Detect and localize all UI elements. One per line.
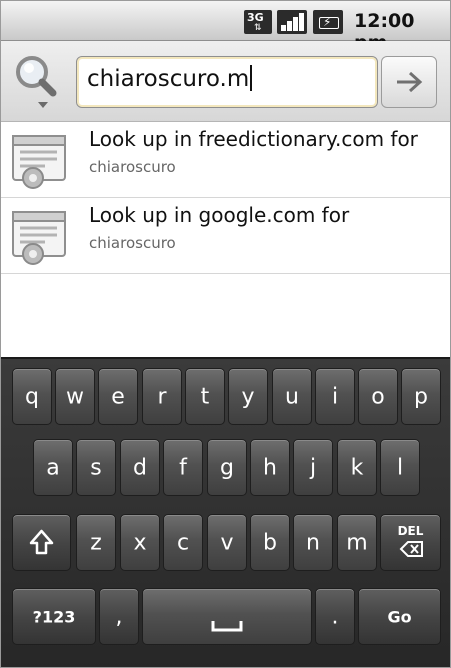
key-h[interactable]: h bbox=[250, 439, 290, 496]
soft-keyboard: q w e r t y u i o p a s d f g h j k l z … bbox=[1, 357, 450, 667]
key-e[interactable]: e bbox=[98, 368, 138, 425]
key-f[interactable]: f bbox=[163, 439, 203, 496]
status-bar: 3G ⇅ ⚡ 12:00 pm bbox=[1, 1, 450, 54]
key-y[interactable]: y bbox=[228, 368, 268, 425]
key-t[interactable]: t bbox=[185, 368, 225, 425]
battery-charging-icon: ⚡ bbox=[313, 10, 343, 34]
key-s[interactable]: s bbox=[76, 439, 116, 496]
key-l[interactable]: l bbox=[380, 439, 420, 496]
space-key[interactable] bbox=[142, 588, 312, 645]
key-k[interactable]: k bbox=[337, 439, 377, 496]
key-w[interactable]: w bbox=[55, 368, 95, 425]
key-p[interactable]: p bbox=[401, 368, 441, 425]
suggestion-subtitle: chiaroscuro bbox=[89, 234, 176, 252]
key-v[interactable]: v bbox=[207, 514, 247, 571]
suggestion-list: Look up in freedictionary.com for chiaro… bbox=[1, 122, 450, 274]
key-n[interactable]: n bbox=[293, 514, 333, 571]
key-b[interactable]: b bbox=[250, 514, 290, 571]
key-d[interactable]: d bbox=[120, 439, 160, 496]
search-bar: chiaroscuro.m bbox=[1, 41, 450, 122]
key-x[interactable]: x bbox=[120, 514, 160, 571]
suggestion-subtitle: chiaroscuro bbox=[89, 158, 176, 176]
key-c[interactable]: c bbox=[163, 514, 203, 571]
key-q[interactable]: q bbox=[12, 368, 52, 425]
search-go-button[interactable] bbox=[381, 56, 437, 108]
key-u[interactable]: u bbox=[272, 368, 312, 425]
shift-arrow-icon bbox=[29, 529, 54, 555]
space-bar-icon bbox=[211, 621, 243, 632]
key-j[interactable]: j bbox=[293, 439, 333, 496]
suggestion-title: Look up in google.com for bbox=[89, 203, 350, 227]
comma-key[interactable]: , bbox=[99, 588, 139, 645]
suggestion-title: Look up in freedictionary.com for bbox=[89, 127, 418, 151]
backspace-icon bbox=[399, 541, 423, 557]
right-arrow-icon bbox=[397, 71, 423, 93]
suggestion-google[interactable]: Look up in google.com for chiaroscuro bbox=[1, 198, 450, 274]
text-cursor bbox=[250, 65, 253, 91]
3g-data-icon: 3G ⇅ bbox=[244, 10, 272, 34]
browser-settings-icon bbox=[11, 134, 73, 190]
magnifier-icon[interactable] bbox=[13, 53, 63, 111]
key-r[interactable]: r bbox=[142, 368, 182, 425]
signal-strength-icon bbox=[277, 10, 307, 34]
key-i[interactable]: i bbox=[315, 368, 355, 425]
browser-settings-icon bbox=[11, 210, 73, 266]
key-o[interactable]: o bbox=[358, 368, 398, 425]
key-a[interactable]: a bbox=[33, 439, 73, 496]
shift-key[interactable] bbox=[12, 514, 71, 571]
suggestion-freedictionary[interactable]: Look up in freedictionary.com for chiaro… bbox=[1, 122, 450, 198]
delete-key[interactable]: DEL bbox=[380, 514, 441, 571]
key-m[interactable]: m bbox=[337, 514, 377, 571]
search-input[interactable]: chiaroscuro.m bbox=[76, 56, 378, 108]
phone-screen: 3G ⇅ ⚡ 12:00 pm chiaroscuro.m bbox=[0, 0, 451, 668]
period-key[interactable]: . bbox=[315, 588, 355, 645]
key-z[interactable]: z bbox=[76, 514, 116, 571]
key-g[interactable]: g bbox=[207, 439, 247, 496]
symbols-key[interactable]: ?123 bbox=[12, 588, 96, 645]
go-key[interactable]: Go bbox=[358, 588, 441, 645]
search-input-text: chiaroscuro.m bbox=[87, 66, 250, 92]
